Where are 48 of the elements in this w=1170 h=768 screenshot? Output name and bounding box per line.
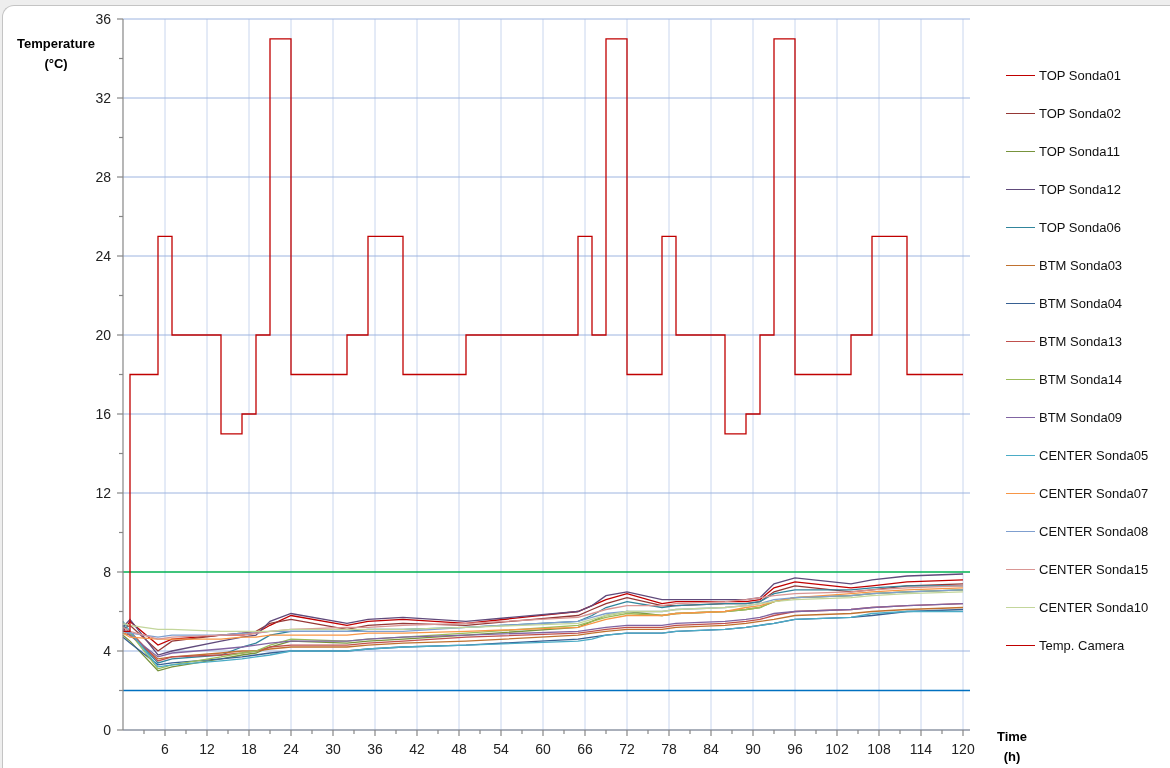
y-tick-label: 12: [95, 485, 111, 501]
y-tick-label: 24: [95, 248, 111, 264]
legend-label: BTM Sonda13: [1039, 334, 1123, 349]
x-tick-label: 54: [493, 741, 509, 757]
x-tick-label: 24: [283, 741, 299, 757]
legend-label: BTM Sonda09: [1039, 410, 1123, 425]
x-tick-label: 102: [825, 741, 849, 757]
x-tick-label: 18: [241, 741, 257, 757]
legend-label: BTM Sonda14: [1039, 372, 1123, 387]
legend-label: CENTER Sonda10: [1039, 600, 1149, 615]
x-tick-label: 120: [951, 741, 975, 757]
x-tick-label: 84: [703, 741, 719, 757]
x-tick-label: 96: [787, 741, 803, 757]
legend-label: TOP Sonda11: [1039, 144, 1120, 159]
legend-label: TOP Sonda06: [1039, 220, 1121, 235]
x-tick-label: 6: [161, 741, 169, 757]
x-tick-label: 72: [619, 741, 635, 757]
y-tick-label: 0: [103, 722, 111, 738]
x-tick-label: 30: [325, 741, 341, 757]
legend-label: BTM Sonda04: [1039, 296, 1123, 311]
y-tick-label: 16: [95, 406, 111, 422]
x-tick-label: 60: [535, 741, 551, 757]
legend-label: BTM Sonda03: [1039, 258, 1123, 273]
y-tick-label: 4: [103, 643, 111, 659]
legend-label: CENTER Sonda08: [1039, 524, 1149, 539]
y-tick-label: 32: [95, 90, 111, 106]
legend-label: CENTER Sonda05: [1039, 448, 1149, 463]
legend-label: TOP Sonda12: [1039, 182, 1121, 197]
legend-label: TOP Sonda02: [1039, 106, 1121, 121]
x-tick-label: 12: [199, 741, 215, 757]
x-tick-label: 48: [451, 741, 467, 757]
y-tick-label: 28: [95, 169, 111, 185]
x-tick-label: 42: [409, 741, 425, 757]
x-tick-label: 36: [367, 741, 383, 757]
x-tick-label: 108: [867, 741, 891, 757]
x-tick-label: 78: [661, 741, 677, 757]
legend-label: CENTER Sonda15: [1039, 562, 1149, 577]
x-tick-label: 114: [909, 741, 933, 757]
legend-label: Temp. Camera: [1039, 638, 1125, 653]
legend-label: CENTER Sonda07: [1039, 486, 1149, 501]
x-tick-label: 90: [745, 741, 761, 757]
x-tick-label: 66: [577, 741, 593, 757]
y-tick-label: 36: [95, 11, 111, 27]
y-tick-label: 8: [103, 564, 111, 580]
y-axis-title: Temperature (°C): [16, 35, 96, 73]
y-tick-label: 20: [95, 327, 111, 343]
legend-label: TOP Sonda01: [1039, 68, 1121, 83]
x-axis-title: Time (h): [995, 728, 1029, 766]
